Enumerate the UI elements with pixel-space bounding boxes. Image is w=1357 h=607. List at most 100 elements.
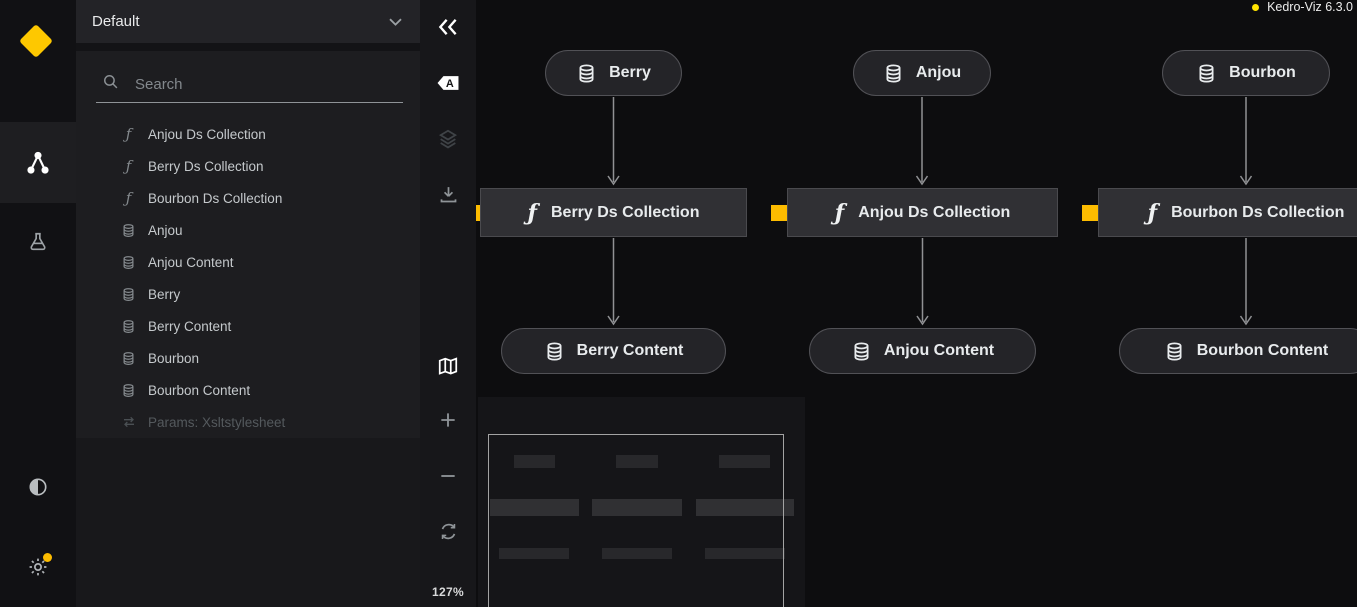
version-badge: Kedro-Viz 6.3.0 <box>1252 0 1353 14</box>
settings-button[interactable] <box>0 547 76 587</box>
database-icon <box>883 63 904 84</box>
function-icon: ƒ <box>835 202 844 224</box>
node-list-label: Anjou Ds Collection <box>148 127 266 142</box>
kedro-logo <box>19 24 53 58</box>
node-list-label: Anjou Content <box>148 255 234 270</box>
node-list-label: Berry <box>148 287 180 302</box>
settings-icon <box>27 556 49 578</box>
filters-section: Element types Datasets6Parameters1 Tags <box>76 438 420 607</box>
node-list-item[interactable]: Params: Xsltstylesheet <box>76 406 420 438</box>
nav-flowchart[interactable] <box>0 122 76 203</box>
flowchart-canvas[interactable]: BerryƒBerry Ds CollectionBerry ContentAn… <box>476 0 1357 607</box>
zoom-level-label: 127% <box>420 585 476 599</box>
database-icon <box>1164 341 1185 362</box>
experiment-icon <box>27 231 49 253</box>
database-icon <box>576 63 597 84</box>
export-icon <box>438 184 459 210</box>
node-list-label: Bourbon Ds Collection <box>148 191 282 206</box>
graph-node-label: Berry Content <box>577 342 684 360</box>
minimap[interactable] <box>478 397 805 607</box>
function-icon: ƒ <box>120 126 137 143</box>
status-dot <box>1252 4 1259 11</box>
function-icon: ƒ <box>1148 202 1157 224</box>
database-icon <box>851 341 872 362</box>
graph-node-dataset[interactable]: Berry Content <box>501 328 726 374</box>
graph-node-dataset[interactable]: Anjou <box>853 50 991 96</box>
layers-button[interactable] <box>420 121 476 161</box>
graph-node-label: Anjou <box>916 64 961 82</box>
database-icon <box>120 350 137 367</box>
database-icon <box>120 222 137 239</box>
panel-divider <box>76 43 420 51</box>
theme-toggle[interactable] <box>0 467 76 507</box>
pipeline-panel: Default ƒ Anjou Ds Collection ƒ Berry Ds Co… <box>76 0 420 607</box>
chevron-down-icon <box>389 13 402 31</box>
zoom-in-button[interactable] <box>420 402 476 442</box>
node-list-item[interactable]: Bourbon Content <box>76 374 420 406</box>
graph-node-dataset[interactable]: Berry <box>545 50 682 96</box>
node-list-label: Bourbon <box>148 351 199 366</box>
layers-icon <box>437 128 459 155</box>
graph-node-task[interactable]: ƒBerry Ds Collection <box>480 188 747 237</box>
database-icon <box>120 382 137 399</box>
node-list-item[interactable]: ƒ Berry Ds Collection <box>76 150 420 182</box>
graph-node-label: Bourbon <box>1229 64 1296 82</box>
zoom-out-icon <box>438 466 458 491</box>
graph-node-dataset[interactable]: Bourbon Content <box>1119 328 1357 374</box>
function-icon: ƒ <box>120 158 137 175</box>
minimap-toggle-button[interactable] <box>420 348 476 388</box>
node-list-item[interactable]: Anjou Content <box>76 246 420 278</box>
export-button[interactable] <box>420 177 476 217</box>
graph-node-label: Bourbon Ds Collection <box>1171 204 1344 222</box>
search-input[interactable] <box>133 75 377 94</box>
modular-pipeline-marker <box>476 205 480 221</box>
collapse-sidebar-icon <box>437 18 459 41</box>
collapse-sidebar-button[interactable] <box>420 9 476 49</box>
graph-node-label: Anjou Ds Collection <box>858 204 1010 222</box>
pipeline-icon <box>25 150 51 176</box>
node-list-label: Bourbon Content <box>148 383 250 398</box>
zoom-in-icon <box>438 410 458 435</box>
graph-node-label: Berry Ds Collection <box>551 204 699 222</box>
modular-pipeline-marker <box>1082 205 1098 221</box>
node-list-item[interactable]: ƒ Anjou Ds Collection <box>76 118 420 150</box>
search-icon <box>96 73 119 95</box>
canvas-toolbar: A <box>420 0 476 607</box>
node-list-item[interactable]: Anjou <box>76 214 420 246</box>
kedro-viz-app: Default ƒAnjou Ds CollectionƒBerry Ds Co… <box>0 0 1357 607</box>
node-list-item[interactable]: Berry Content <box>76 310 420 342</box>
reset-zoom-icon <box>438 521 459 547</box>
svg-text:A: A <box>446 78 454 90</box>
graph-node-task[interactable]: ƒ Bourbon Ds Collection <box>1098 188 1357 237</box>
node-list-label: Berry Content <box>148 319 231 334</box>
pipeline-selector-value: Default <box>92 13 140 30</box>
theme-toggle-icon <box>27 476 49 498</box>
reset-zoom-button[interactable] <box>420 514 476 554</box>
node-list: ƒ Anjou Ds Collection ƒ Berry Ds Collection… <box>76 118 420 438</box>
graph-node-dataset[interactable]: Bourbon <box>1162 50 1330 96</box>
toggle-labels-button[interactable]: A <box>420 65 476 105</box>
graph-node-label: Berry <box>609 64 651 82</box>
database-icon <box>1196 63 1217 84</box>
minimap-viewport[interactable] <box>488 434 784 607</box>
zoom-out-button[interactable] <box>420 458 476 498</box>
modular-pipeline-marker <box>771 205 787 221</box>
node-list-label: Anjou <box>148 223 183 238</box>
graph-node-label: Anjou Content <box>884 342 994 360</box>
graph-node-task[interactable]: ƒ Anjou Ds Collection <box>787 188 1058 237</box>
node-list-item[interactable]: Bourbon <box>76 342 420 374</box>
notification-dot <box>43 553 52 562</box>
database-icon <box>120 286 137 303</box>
function-icon: ƒ <box>120 190 137 207</box>
node-list-label: Params: Xsltstylesheet <box>148 415 285 430</box>
node-list-label: Berry Ds Collection <box>148 159 264 174</box>
pipeline-selector[interactable]: Default <box>76 0 420 43</box>
nav-experiments[interactable] <box>0 222 76 262</box>
version-label: Kedro-Viz 6.3.0 <box>1267 0 1353 14</box>
global-sidebar <box>0 0 76 607</box>
graph-node-dataset[interactable]: Anjou Content <box>809 328 1036 374</box>
toggle-labels-icon: A <box>436 73 460 98</box>
database-icon <box>120 318 137 335</box>
node-list-item[interactable]: Berry <box>76 278 420 310</box>
node-list-item[interactable]: ƒ Bourbon Ds Collection <box>76 182 420 214</box>
